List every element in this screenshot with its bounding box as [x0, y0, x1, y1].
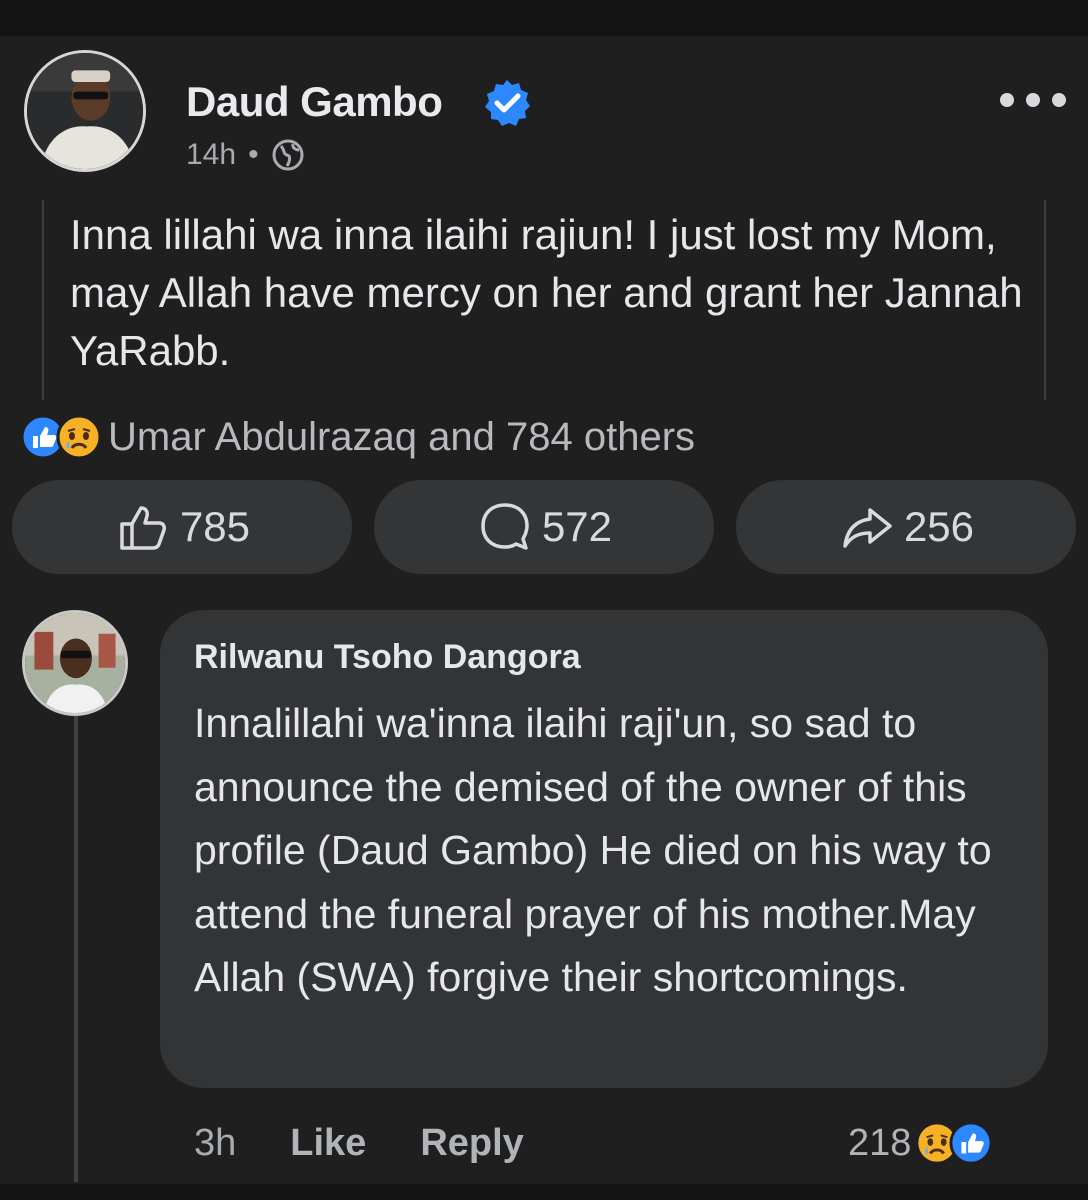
more-options-icon[interactable]	[1000, 88, 1066, 112]
commenter-avatar[interactable]	[22, 610, 128, 716]
comment-bubble-icon	[481, 503, 529, 550]
top-bar	[0, 0, 1088, 36]
comment-reaction-count: 218	[848, 1121, 912, 1164]
post-text: Inna lillahi wa inna ilaihi rajiun! I ju…	[70, 211, 1023, 374]
post-author-name[interactable]: Daud Gambo	[186, 78, 443, 126]
post-meta: 14h •	[186, 138, 305, 172]
reaction-summary-text[interactable]: Umar Abdulrazaq and 784 others	[108, 415, 695, 460]
like-reaction-icon	[949, 1121, 993, 1165]
comment-like-button[interactable]: Like	[290, 1122, 366, 1165]
globe-icon	[271, 138, 305, 172]
comment-button[interactable]: 572	[374, 480, 714, 574]
like-button[interactable]: 785	[12, 480, 352, 574]
comment-count: 572	[541, 503, 613, 550]
verified-badge-icon	[482, 78, 532, 128]
comment-reactions[interactable]: 218	[848, 1118, 993, 1168]
share-count: 256	[903, 503, 975, 550]
reactions-summary[interactable]: Umar Abdulrazaq and 784 others	[20, 412, 695, 462]
comment-text: Innalillahi wa'inna ilaihi raji'un, so s…	[194, 700, 992, 1000]
comment-time[interactable]: 3h	[194, 1122, 236, 1165]
share-button[interactable]: 256	[736, 480, 1076, 574]
meta-separator: •	[248, 138, 259, 171]
bottom-bar	[0, 1184, 1088, 1200]
thumbs-up-icon	[120, 506, 166, 550]
sad-reaction-icon	[56, 414, 102, 460]
author-avatar[interactable]	[24, 50, 146, 172]
comment-reply-button[interactable]: Reply	[420, 1122, 523, 1165]
comment-footer: 3h Like Reply	[194, 1118, 524, 1168]
share-arrow-icon	[843, 508, 892, 548]
post-time[interactable]: 14h	[186, 138, 236, 172]
thread-line	[74, 716, 78, 1182]
comment-author-name[interactable]: Rilwanu Tsoho Dangora	[194, 638, 581, 677]
like-count: 785	[179, 503, 251, 550]
